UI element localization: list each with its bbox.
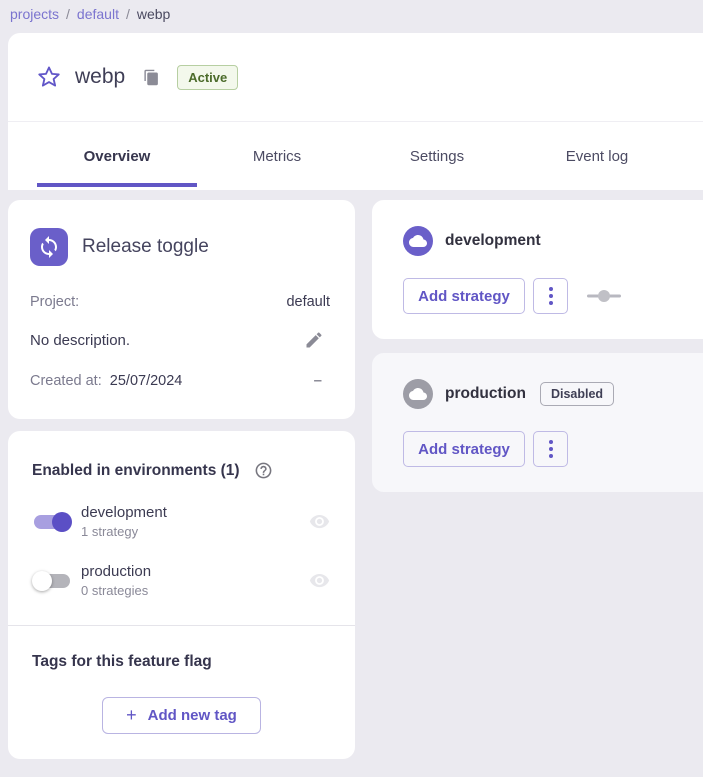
help-icon[interactable]	[254, 461, 273, 480]
project-value: default	[286, 294, 330, 310]
environment-name: development	[81, 504, 167, 521]
environments-card-title: Enabled in environments (1)	[32, 462, 240, 480]
add-strategy-button[interactable]: Add strategy	[403, 278, 525, 314]
release-toggle-icon	[30, 228, 68, 266]
left-column: Release toggle Project: default No descr…	[8, 200, 355, 759]
plus-icon: +	[126, 705, 137, 726]
environment-row-development: development 1 strategy	[32, 504, 330, 539]
status-badge: Active	[177, 65, 238, 90]
page-title: webp	[75, 65, 125, 89]
flag-details-card: Release toggle Project: default No descr…	[8, 200, 355, 419]
development-panel-actions: Add strategy	[403, 278, 691, 314]
environment-strategy-count: 1 strategy	[81, 524, 167, 539]
enabled-environments-section: Enabled in environments (1) development …	[8, 431, 355, 625]
environment-row-production: production 0 strategies	[32, 563, 330, 598]
environment-panel-name: development	[445, 232, 541, 250]
feature-header-card: webp Active Overview Metrics Settings Ev…	[8, 33, 703, 190]
tags-section-title: Tags for this feature flag	[32, 653, 331, 671]
description-row: No description.	[30, 330, 330, 350]
right-column: development Add strategy	[372, 200, 703, 492]
favorite-star-icon[interactable]	[36, 64, 62, 90]
edit-description-icon[interactable]	[304, 330, 330, 350]
breadcrumb: projects / default / webp	[0, 0, 703, 33]
tab-settings[interactable]: Settings	[357, 122, 517, 190]
created-at-row: Created at: 25/07/2024 –	[30, 372, 330, 389]
tags-section: Tags for this feature flag + Add new tag	[8, 626, 355, 759]
breadcrumb-current: webp	[137, 6, 170, 22]
production-panel-actions: Add strategy	[403, 431, 691, 467]
copy-name-icon[interactable]	[143, 69, 160, 86]
environment-panel-name: production	[445, 385, 526, 403]
description-text: No description.	[30, 332, 130, 349]
production-toggle[interactable]	[32, 570, 72, 592]
development-panel-header: development	[403, 226, 691, 256]
created-at-label: Created at:	[30, 373, 102, 389]
more-options-kebab-button[interactable]	[533, 431, 568, 467]
empty-value-dash: –	[314, 372, 330, 389]
tab-event-log[interactable]: Event log	[517, 122, 677, 190]
more-options-kebab-button[interactable]	[533, 278, 568, 314]
disabled-badge: Disabled	[540, 382, 614, 406]
flag-type-label: Release toggle	[82, 236, 209, 258]
flag-type-header: Release toggle	[30, 228, 330, 266]
created-at-value: 25/07/2024	[110, 373, 183, 389]
main-content: Release toggle Project: default No descr…	[0, 190, 703, 759]
tab-bar: Overview Metrics Settings Event log	[8, 121, 703, 190]
environment-name: production	[81, 563, 151, 580]
visibility-eye-icon[interactable]	[309, 511, 330, 532]
add-strategy-button[interactable]: Add strategy	[403, 431, 525, 467]
tab-overview[interactable]: Overview	[37, 122, 197, 190]
breadcrumb-separator: /	[66, 6, 70, 22]
environment-strategy-count: 0 strategies	[81, 583, 151, 598]
breadcrumb-separator: /	[126, 6, 130, 22]
breadcrumb-projects-link[interactable]: projects	[10, 6, 59, 22]
breadcrumb-default-link[interactable]: default	[77, 6, 119, 22]
production-panel-header: production Disabled	[403, 379, 691, 409]
cloud-environment-icon	[403, 379, 433, 409]
cloud-environment-icon	[403, 226, 433, 256]
environments-card: Enabled in environments (1) development …	[8, 431, 355, 759]
commit-node-icon	[585, 290, 623, 302]
project-row: Project: default	[30, 294, 330, 310]
tab-metrics[interactable]: Metrics	[197, 122, 357, 190]
environments-card-title-row: Enabled in environments (1)	[32, 461, 330, 480]
feature-title-row: webp Active	[8, 33, 703, 121]
visibility-eye-icon[interactable]	[309, 570, 330, 591]
development-environment-panel: development Add strategy	[372, 200, 703, 339]
add-new-tag-button[interactable]: + Add new tag	[102, 697, 261, 734]
development-toggle[interactable]	[32, 511, 72, 533]
project-label: Project:	[30, 294, 79, 310]
production-environment-panel: production Disabled Add strategy	[372, 353, 703, 492]
